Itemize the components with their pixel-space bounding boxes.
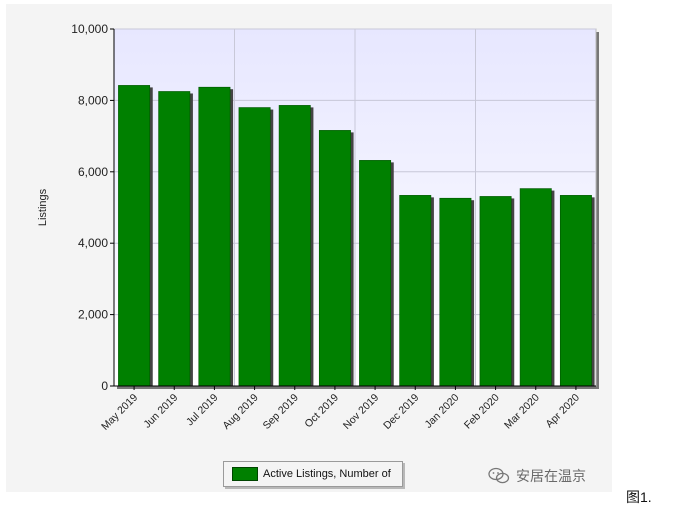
wechat-icon — [488, 467, 510, 484]
bar — [399, 195, 432, 387]
y-tick-label: 10,000 — [71, 22, 108, 36]
x-tick-label: Sep 2019 — [261, 392, 301, 432]
legend: Active Listings, Number of — [223, 461, 403, 487]
bar — [158, 91, 191, 387]
x-tick-label: Oct 2019 — [302, 392, 341, 431]
y-tick-label: 6,000 — [78, 165, 108, 179]
bar — [278, 105, 311, 387]
legend-swatch — [232, 467, 258, 481]
bar — [479, 196, 512, 387]
x-tick-label: May 2019 — [99, 392, 140, 433]
x-tick-label: Aug 2019 — [220, 392, 260, 432]
figure-label: 图1. — [626, 489, 652, 505]
x-axis-ticks: May 2019 Jun 2019 Jul 2019 Aug 2019 Sep 2019… — [99, 386, 582, 433]
y-axis-label: Listings — [37, 188, 49, 226]
x-tick-label: Nov 2019 — [341, 392, 381, 432]
x-tick-label: Apr 2020 — [543, 392, 582, 431]
y-tick-label: 0 — [101, 379, 108, 393]
watermark-text: 安居在温京 — [516, 468, 586, 484]
bar — [359, 160, 392, 387]
bar — [439, 197, 472, 387]
y-tick-label: 4,000 — [78, 236, 108, 250]
watermark: 安居在温京 — [488, 466, 586, 486]
x-tick-label: Mar 2020 — [502, 392, 542, 432]
x-tick-label: Jun 2019 — [141, 392, 180, 431]
y-axis-ticks: 0 2,000 4,000 6,000 8,000 10,000 — [71, 22, 114, 393]
x-tick-label: Dec 2019 — [381, 392, 421, 432]
legend-label: Active Listings, Number of — [263, 468, 391, 480]
bar — [118, 85, 151, 387]
chart-panel: 0 2,000 4,000 6,000 8,000 10,000 May 2019 Jun … — [6, 4, 612, 492]
bar — [238, 107, 271, 387]
bar — [519, 188, 552, 387]
x-tick-label: Jan 2020 — [422, 392, 461, 431]
bar — [559, 195, 592, 387]
y-tick-label: 2,000 — [78, 308, 108, 322]
bar-chart: 0 2,000 4,000 6,000 8,000 10,000 May 2019 Jun … — [37, 22, 599, 433]
bar — [198, 86, 231, 387]
x-tick-label: Feb 2020 — [462, 392, 502, 432]
x-tick-label: Jul 2019 — [184, 392, 221, 429]
bar — [318, 130, 351, 387]
y-tick-label: 8,000 — [78, 93, 108, 107]
